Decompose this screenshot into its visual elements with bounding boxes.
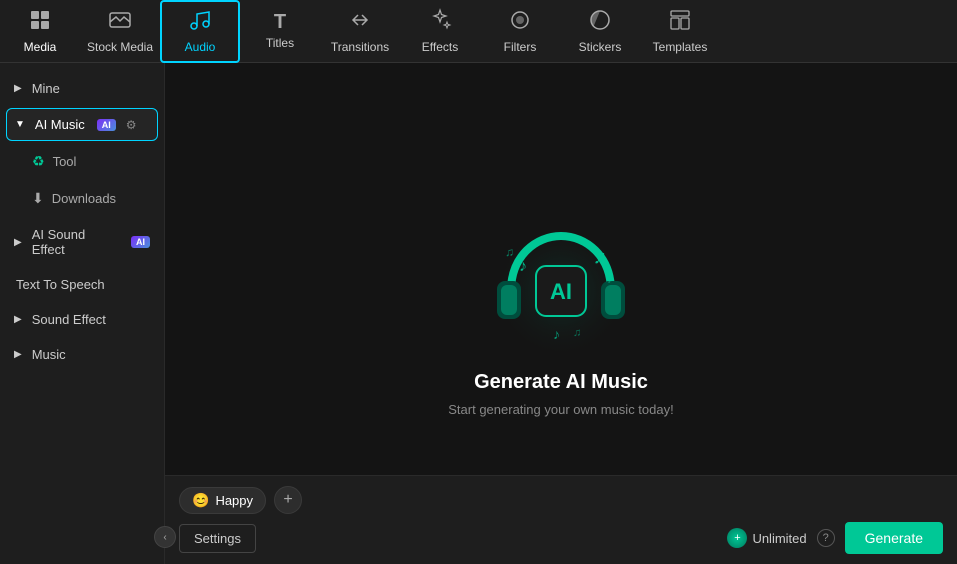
svg-text:♫: ♫ <box>505 245 514 259</box>
main-area: ▶ Mine ▼ AI Music AI ⚙ ♻ Tool ⬇ Download… <box>0 63 957 564</box>
top-nav: Media Stock Media Audio T Titles Transit… <box>0 0 957 63</box>
ai-sound-effect-arrow-icon: ▶ <box>14 237 22 248</box>
svg-text:AI: AI <box>550 279 572 304</box>
sound-effect-arrow-icon: ▶ <box>14 314 22 325</box>
sidebar-item-text-to-speech[interactable]: Text To Speech <box>0 267 164 302</box>
sidebar: ▶ Mine ▼ AI Music AI ⚙ ♻ Tool ⬇ Download… <box>0 63 165 564</box>
media-icon <box>28 8 52 36</box>
audio-icon <box>188 8 212 36</box>
nav-titles[interactable]: T Titles <box>240 0 320 63</box>
nav-transitions[interactable]: Transitions <box>320 0 400 63</box>
sidebar-ai-sound-effect-label: AI Sound Effect <box>32 227 119 257</box>
ai-music-settings-icon[interactable]: ⚙ <box>126 118 137 132</box>
sidebar-downloads-label: Downloads <box>52 191 116 206</box>
sidebar-sound-effect-label: Sound Effect <box>32 312 106 327</box>
transitions-icon <box>348 8 372 36</box>
music-arrow-icon: ▶ <box>14 349 22 360</box>
sidebar-item-ai-music[interactable]: ▼ AI Music AI ⚙ <box>6 108 158 141</box>
happy-tag[interactable]: 😊 Happy <box>179 487 266 514</box>
nav-stock-media[interactable]: Stock Media <box>80 0 160 63</box>
unlimited-badge: + Unlimited <box>727 528 806 548</box>
templates-icon <box>668 8 692 36</box>
sidebar-tool-label: Tool <box>53 154 77 169</box>
sidebar-music-label: Music <box>32 347 66 362</box>
add-icon: + <box>283 491 292 509</box>
svg-text:♪: ♪ <box>519 258 527 275</box>
sidebar-item-mine[interactable]: ▶ Mine <box>0 71 164 106</box>
sidebar-item-downloads[interactable]: ⬇ Downloads <box>0 180 164 217</box>
unlimited-label: Unlimited <box>752 531 806 546</box>
mine-arrow-icon: ▶ <box>14 83 22 94</box>
nav-filters-label: Filters <box>504 40 537 54</box>
sidebar-item-music[interactable]: ▶ Music <box>0 337 164 372</box>
nav-media-label: Media <box>24 40 57 54</box>
nav-stock-media-label: Stock Media <box>87 40 153 54</box>
nav-stickers-label: Stickers <box>579 40 622 54</box>
nav-stickers[interactable]: Stickers <box>560 0 640 63</box>
nav-media[interactable]: Media <box>0 0 80 63</box>
bottom-controls: 😊 Happy + Settings + Unlimited <box>165 475 957 564</box>
generate-title: Generate AI Music <box>474 371 648 394</box>
tool-icon: ♻ <box>32 153 45 170</box>
nav-audio[interactable]: Audio <box>160 0 240 63</box>
effects-icon <box>428 8 452 36</box>
nav-templates-label: Templates <box>653 40 708 54</box>
svg-text:♫: ♫ <box>593 247 607 267</box>
tag-label: Happy <box>215 493 253 508</box>
unlimited-icon: + <box>727 528 747 548</box>
svg-text:♫: ♫ <box>573 327 581 339</box>
help-label: ? <box>823 532 829 544</box>
nav-templates[interactable]: Templates <box>640 0 720 63</box>
help-icon[interactable]: ? <box>817 529 835 547</box>
sidebar-item-tool[interactable]: ♻ Tool <box>0 143 164 180</box>
content-area: AI ♪ ♫ ♫ ♪ ♪ ♫ Generate AI Music Start g… <box>165 63 957 564</box>
svg-text:♪: ♪ <box>607 272 613 286</box>
titles-icon: T <box>274 12 286 32</box>
sidebar-mine-label: Mine <box>32 81 60 96</box>
sidebar-item-ai-sound-effect[interactable]: ▶ AI Sound Effect AI <box>0 217 164 267</box>
ai-sound-effect-badge: AI <box>131 236 150 248</box>
nav-transitions-label: Transitions <box>331 40 389 54</box>
ai-music-arrow-icon: ▼ <box>15 119 25 130</box>
ai-music-illustration: AI ♪ ♫ ♫ ♪ ♪ ♫ <box>481 211 641 371</box>
add-tag-button[interactable]: + <box>274 486 302 514</box>
tag-row: 😊 Happy + <box>179 486 943 514</box>
generate-button[interactable]: Generate <box>845 522 943 554</box>
nav-filters[interactable]: Filters <box>480 0 560 63</box>
filters-icon <box>508 8 532 36</box>
right-controls: + Unlimited ? Generate <box>727 522 943 554</box>
sidebar-ai-music-label: AI Music <box>35 117 85 132</box>
nav-titles-label: Titles <box>266 36 294 50</box>
stickers-icon <box>588 8 612 36</box>
collapse-icon: ‹ <box>163 532 166 543</box>
generate-subtitle: Start generating your own music today! <box>448 402 673 417</box>
settings-button[interactable]: Settings <box>179 524 256 553</box>
stock-media-icon <box>108 8 132 36</box>
downloads-icon: ⬇ <box>32 190 44 207</box>
nav-effects-label: Effects <box>422 40 458 54</box>
tag-emoji: 😊 <box>192 492 209 509</box>
sidebar-text-to-speech-label: Text To Speech <box>16 277 105 292</box>
nav-effects[interactable]: Effects <box>400 0 480 63</box>
ai-music-badge: AI <box>97 119 116 131</box>
settings-row: Settings + Unlimited ? Generate <box>179 522 943 554</box>
sidebar-collapse-button[interactable]: ‹ <box>154 526 176 548</box>
sidebar-item-sound-effect[interactable]: ▶ Sound Effect <box>0 302 164 337</box>
nav-audio-label: Audio <box>185 40 216 54</box>
svg-text:♪: ♪ <box>553 326 560 342</box>
